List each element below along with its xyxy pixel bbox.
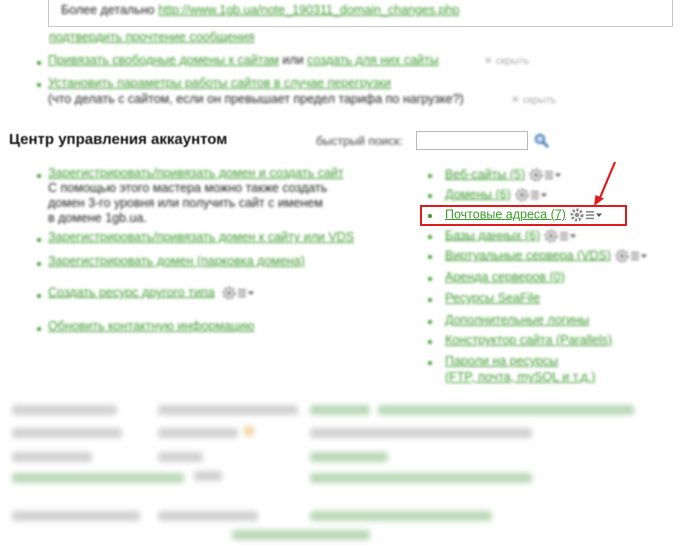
notice-prefix: Более детально [61,3,159,17]
notice-detail: Более детально http://www.1gb.ua/note_19… [61,3,459,17]
resource-item: Пароли на ресурсы [445,354,558,369]
bullet [37,294,41,298]
resource-link[interactable]: Виртуальные сервера (VDS) [445,248,611,262]
resource-link[interactable]: Веб-сайты (5) [445,167,525,181]
red-arrow-annotation [594,161,617,206]
notice-detail-link[interactable]: http://www.1gb.ua/note_190311_domain_cha… [158,3,459,17]
bullet [428,361,432,365]
tip-or-text: или [278,53,308,67]
register-domain-create-site-link[interactable]: Зарегистрировать/привязать домен и созда… [48,166,344,181]
gear-icon[interactable] [543,228,577,244]
resource-item: Базы данных (6) [445,228,577,244]
gear-icon[interactable] [614,248,648,264]
gear-icon[interactable] [221,285,255,301]
quick-search-label: быстрый поиск: [316,134,403,148]
resource-item: Ресурсы SeaFile [445,291,540,306]
resource-link[interactable]: Дополнительные логины [445,313,589,327]
bullet [37,83,41,87]
hide-tip-2-button[interactable]: ✕ скрыть [511,94,556,106]
bullet [37,238,41,242]
resource-item: Виртуальные сервера (VDS) [445,248,648,264]
resource-item: Домены (6) [445,187,547,203]
bullet [37,262,41,266]
wizard-desc-line-2: домен 3-го уровня или получить сайт с им… [48,196,323,210]
resource-link[interactable]: Базы данных (6) [445,228,540,242]
resource-item: Дополнительные логины [445,313,589,328]
bullet [428,340,432,344]
create-sites-link[interactable]: создать для них сайты [307,53,439,67]
confirm-read-link[interactable]: подтвердить прочтение сообщения [49,30,255,44]
overload-note: (что делать с сайтом, если он превышает … [48,92,464,106]
resource-link[interactable]: Аренда серверов (0) [445,270,565,284]
resource-link[interactable]: Ресурсы SeaFile [445,291,540,305]
bullet [37,174,41,178]
bind-free-domains-link[interactable]: Привязать свободные домены к сайтам [48,53,279,67]
gear-icon[interactable] [514,187,547,203]
bullet [37,61,41,65]
bullet [428,320,432,324]
search-icon[interactable] [534,133,549,148]
bullet [428,277,432,281]
resource-link[interactable]: Домены (6) [445,187,511,201]
quick-search-input[interactable] [416,131,528,150]
bullet [428,298,432,302]
bind-domain-to-site-link[interactable]: Зарегистрировать/привязать домен к сайту… [48,230,354,245]
bullet [428,255,432,259]
hide-tip-1-button[interactable]: ✕ скрыть [484,55,529,67]
update-contact-info-link[interactable]: Обновить контактную информацию [48,319,255,334]
bullet [428,235,432,239]
resource-link[interactable]: Пароли на ресурсы [445,354,558,368]
bullet [428,194,432,198]
resource-link-continued[interactable]: (FTP, почта, mySQL и т.д.) [445,370,595,385]
resource-link[interactable]: Конструктор сайта (Parallels) [445,333,612,347]
wizard-desc-line-1: С помощью этого мастера можно также созд… [48,181,328,195]
create-other-resource: Создать ресурс другого типа [48,285,255,301]
resource-item: Веб-сайты (5) [445,167,562,183]
bullet [428,174,432,178]
gear-icon[interactable] [528,167,562,183]
park-domain-link[interactable]: Зарегистрировать домен (парковка домена) [48,254,305,269]
tip-bind-domains: Привязать свободные домены к сайтам или … [48,53,439,68]
overload-settings-link[interactable]: Установить параметры работы сайтов в слу… [48,76,391,91]
resource-item: Аренда серверов (0) [445,270,565,285]
resource-item: Конструктор сайта (Parallels) [445,333,612,348]
create-other-resource-link[interactable]: Создать ресурс другого типа [48,285,215,299]
bullet [37,327,41,331]
account-center-title: Центр управления аккаунтом [9,131,228,148]
wizard-desc-line-3: в домене 1gb.ua. [48,211,147,225]
